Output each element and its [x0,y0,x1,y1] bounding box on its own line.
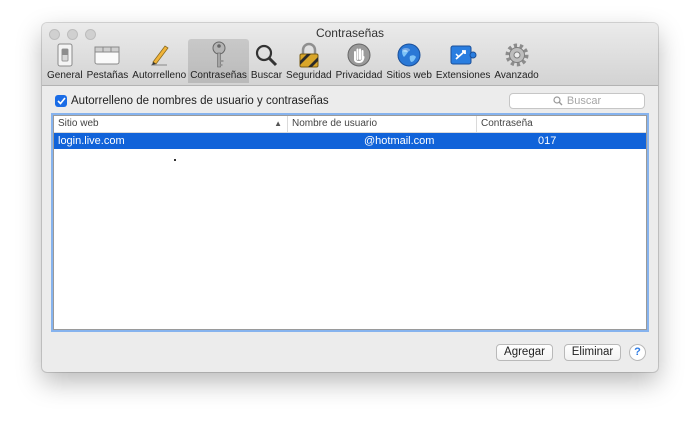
gear-icon [502,41,532,69]
autofill-checkbox[interactable] [55,95,67,107]
tab-avanzado[interactable]: Avanzado [492,39,540,83]
checkmark-icon [56,97,66,105]
toolbar: Contraseñas General Pestañas Autorrellen… [42,23,658,86]
add-button[interactable]: Agregar [496,344,553,361]
tab-general[interactable]: General [45,39,85,83]
tab-autorrelleno[interactable]: Autorrelleno [130,39,188,83]
cell-username: @hotmail.com [364,135,435,147]
column-header-password[interactable]: Contraseña [476,116,646,132]
cursor-mark [174,159,176,161]
column-header-username[interactable]: Nombre de usuario [287,116,476,132]
hand-icon [344,41,374,69]
tab-label: Sitios web [386,70,432,81]
preference-tabs: General Pestañas Autorrelleno Contraseña… [45,39,541,83]
tab-extensiones[interactable]: Extensiones [434,39,492,83]
search-icon [553,96,563,106]
tabs-icon [92,41,122,69]
sort-ascending-icon: ▲ [274,119,282,128]
autofill-label: Autorrelleno de nombres de usuario y con… [71,95,329,107]
tab-label: Privacidad [335,70,383,81]
cell-password: 017 [538,135,557,147]
window-title: Contraseñas [315,26,385,40]
tab-label: Seguridad [286,70,332,81]
tab-label: Autorrelleno [132,70,187,81]
magnifier-icon [251,41,281,69]
tab-contrasenas[interactable]: Contraseñas [188,39,249,83]
column-header-label: Nombre de usuario [292,118,378,129]
tab-buscar[interactable]: Buscar [249,39,284,83]
autofill-option[interactable]: Autorrelleno de nombres de usuario y con… [55,95,329,107]
column-header-site[interactable]: Sitio web ▲ [54,116,287,132]
tab-label: General [47,70,83,81]
globe-icon [394,41,424,69]
table-header: Sitio web ▲ Nombre de usuario Contraseña [54,116,646,133]
lock-icon [294,41,324,69]
pencil-icon [144,41,174,69]
tab-label: Extensiones [435,70,491,81]
column-header-label: Sitio web [58,118,99,129]
tab-label: Pestañas [86,70,129,81]
tab-pestanas[interactable]: Pestañas [85,39,131,83]
table-row[interactable]: login.live.com @hotmail.com 017 [54,133,646,149]
general-switch-icon [50,41,80,69]
help-button[interactable]: ? [629,344,646,361]
puzzle-icon [448,41,478,69]
tab-label: Contraseñas [190,70,247,81]
tab-sitios-web[interactable]: Sitios web [384,39,434,83]
cell-site: login.live.com [58,135,125,147]
column-header-label: Contraseña [481,118,533,129]
tab-privacidad[interactable]: Privacidad [334,39,385,83]
tab-label: Buscar [250,70,283,81]
tab-seguridad[interactable]: Seguridad [284,39,334,83]
remove-button[interactable]: Eliminar [564,344,621,361]
preferences-window: Contraseñas General Pestañas Autorrellen… [42,23,658,372]
passwords-table[interactable]: Sitio web ▲ Nombre de usuario Contraseña… [53,115,647,330]
tab-label: Avanzado [494,70,539,81]
key-icon [204,41,234,69]
search-placeholder: Buscar [566,95,602,107]
search-field[interactable]: Buscar [509,93,645,109]
